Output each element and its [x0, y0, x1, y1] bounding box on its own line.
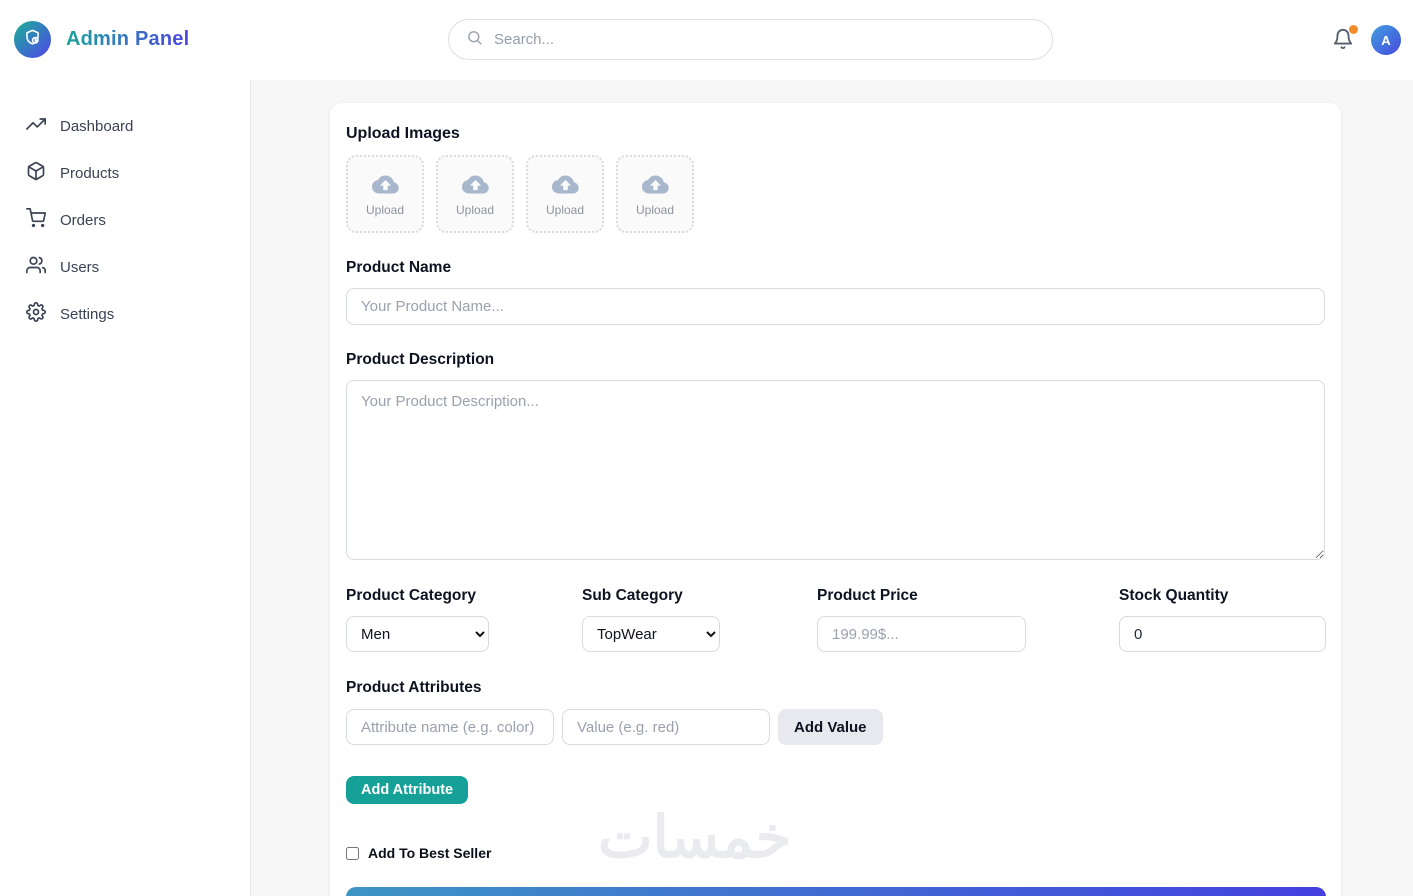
upload-images-heading: Upload Images — [346, 125, 460, 142]
attribute-input-row: Add Value — [346, 709, 1325, 745]
sidebar: Dashboard Products Orders Users Settings — [0, 80, 251, 896]
main-content: Upload Images Upload Upload Upload Uploa… — [251, 80, 1413, 896]
best-seller-checkbox[interactable] — [346, 846, 359, 860]
product-category-select[interactable]: Men — [346, 616, 489, 652]
sub-category-select[interactable]: TopWear — [582, 616, 720, 652]
cart-icon — [26, 208, 47, 232]
best-seller-row: Add To Best Seller — [346, 845, 1325, 861]
search-icon — [466, 29, 483, 51]
app-logo[interactable] — [14, 21, 51, 58]
logo-icon — [23, 28, 42, 52]
brand: Admin Panel — [14, 21, 189, 58]
upload-slot-1[interactable]: Upload — [346, 155, 424, 233]
best-seller-label: Add To Best Seller — [368, 845, 492, 861]
product-name-input[interactable] — [346, 288, 1325, 325]
product-price-label: Product Price — [817, 587, 918, 604]
notification-badge — [1349, 25, 1358, 34]
trending-up-icon — [26, 114, 47, 138]
sidebar-item-users[interactable]: Users — [0, 247, 250, 287]
cloud-upload-icon — [641, 171, 669, 201]
upload-slot-label: Upload — [365, 203, 405, 217]
cloud-upload-icon — [551, 171, 579, 201]
product-description-label: Product Description — [346, 351, 495, 368]
sidebar-item-settings[interactable]: Settings — [0, 294, 250, 334]
cloud-upload-icon — [461, 171, 489, 201]
search-bar[interactable] — [448, 19, 1053, 60]
users-icon — [26, 255, 47, 279]
product-category-label: Product Category — [346, 587, 477, 604]
add-value-button[interactable]: Add Value — [778, 709, 883, 745]
sidebar-item-dashboard[interactable]: Dashboard — [0, 106, 250, 146]
sidebar-item-label: Dashboard — [60, 117, 134, 135]
cloud-upload-icon — [371, 171, 399, 201]
upload-slot-label: Upload — [635, 203, 675, 217]
attribute-name-input[interactable] — [346, 709, 554, 745]
package-icon — [26, 161, 46, 185]
sub-category-label: Sub Category — [582, 587, 683, 604]
search-input[interactable] — [494, 31, 1035, 48]
bell-icon — [1332, 29, 1354, 54]
upload-slots: Upload Upload Upload Upload — [346, 155, 1325, 233]
gear-icon — [26, 302, 47, 326]
sidebar-item-label: Settings — [60, 305, 115, 323]
avatar[interactable]: A — [1371, 25, 1401, 55]
attribute-value-input[interactable] — [562, 709, 770, 745]
sidebar-item-label: Products — [60, 164, 120, 182]
category-price-row: Product Category Men Sub Category TopWea… — [346, 587, 1326, 652]
sidebar-item-label: Orders — [60, 211, 106, 229]
upload-slot-3[interactable]: Upload — [526, 155, 604, 233]
sidebar-item-label: Users — [60, 258, 100, 276]
add-attribute-button[interactable]: Add Attribute — [346, 776, 469, 804]
product-attributes-label: Product Attributes — [346, 679, 482, 696]
product-description-textarea[interactable] — [346, 380, 1325, 560]
upload-slot-label: Upload — [545, 203, 585, 217]
page-title: Admin Panel — [66, 28, 190, 50]
stock-quantity-label: Stock Quantity — [1119, 587, 1229, 604]
product-name-label: Product Name — [346, 259, 452, 276]
sidebar-item-products[interactable]: Products — [0, 153, 250, 193]
stock-quantity-input[interactable] — [1119, 616, 1326, 652]
upload-slot-4[interactable]: Upload — [616, 155, 694, 233]
notifications-button[interactable] — [1332, 25, 1358, 54]
sidebar-item-orders[interactable]: Orders — [0, 200, 250, 240]
upload-slot-2[interactable]: Upload — [436, 155, 514, 233]
add-product-card: Upload Images Upload Upload Upload Uploa… — [330, 103, 1341, 896]
product-price-input[interactable] — [817, 616, 1026, 652]
submit-product-button[interactable] — [346, 887, 1326, 896]
upload-slot-label: Upload — [455, 203, 495, 217]
top-header: Admin Panel A — [0, 0, 1413, 80]
